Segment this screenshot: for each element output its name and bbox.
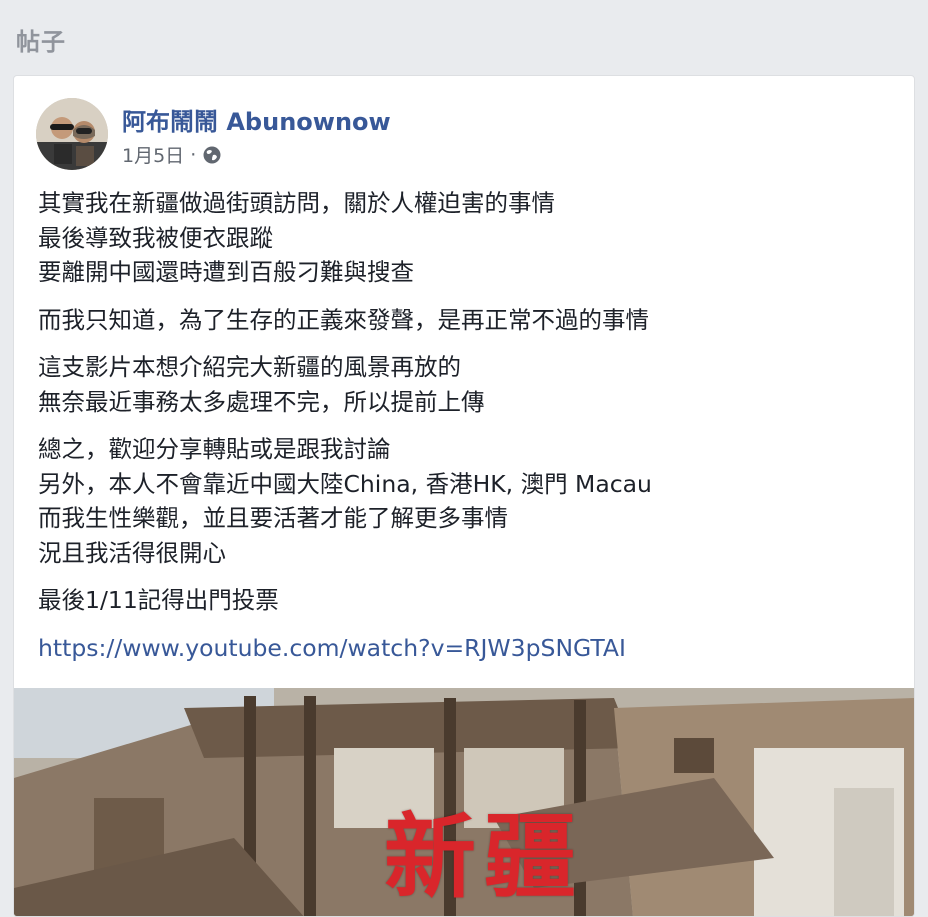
post-line: 要離開中國還時遭到百般刁難與搜查 — [38, 258, 414, 286]
section-title: 帖子 — [16, 28, 66, 56]
thumbnail-title: 新疆 — [384, 804, 585, 911]
post-meta: 1月5日 · — [122, 141, 222, 168]
post-line: 最後1/11記得出門投票 — [38, 586, 279, 614]
author-name[interactable]: 阿布鬧鬧 Abunownow — [122, 102, 391, 137]
post-paragraph: 而我只知道，為了生存的正義來發聲，是再正常不過的事情 — [38, 303, 898, 338]
post-paragraph: 這支影片本想介紹完大新疆的風景再放的 無奈最近事務太多處理不完，所以提前上傳 — [38, 350, 898, 419]
globe-icon[interactable] — [202, 145, 222, 165]
post-line: 而我只知道，為了生存的正義來發聲，是再正常不過的事情 — [38, 305, 649, 334]
post-card: 阿布鬧鬧 Abunownow 1月5日 · 其實我在新疆做過街頭訪問，關於人權迫… — [13, 75, 915, 917]
post-line: 無奈最近事務太多處理不完，所以提前上傳 — [38, 387, 485, 416]
post-paragraph: 其實我在新疆做過街頭訪問，關於人權迫害的事情 最後導致我被便衣跟蹤 要離開中國還… — [38, 186, 898, 290]
post-line: 最後導致我被便衣跟蹤 — [38, 223, 273, 252]
post-line: 而我生性樂觀，並且要活著才能了解更多事情 — [38, 504, 508, 532]
post-paragraph: 總之，歡迎分享轉貼或是跟我討論 另外，本人不會靠近中國大陸China, 香港HK… — [38, 432, 898, 570]
post-paragraph: 最後1/11記得出門投票 — [38, 583, 898, 618]
post-line: 總之，歡迎分享轉貼或是跟我討論 — [38, 435, 391, 463]
youtube-link[interactable]: https://www.youtube.com/watch?v=RJW3pSNG… — [38, 631, 898, 666]
post-line: 況且我活得很開心 — [38, 538, 226, 567]
meta-separator: · — [190, 143, 197, 166]
avatar[interactable] — [36, 98, 108, 170]
post-line: 這支影片本想介紹完大新疆的風景再放的 — [38, 353, 461, 381]
post-body: 其實我在新疆做過街頭訪問，關於人權迫害的事情 最後導致我被便衣跟蹤 要離開中國還… — [38, 186, 898, 665]
video-thumbnail[interactable]: 新疆 — [14, 688, 914, 916]
post-line: 另外，本人不會靠近中國大陸China, 香港HK, 澳門 Macau — [38, 469, 652, 498]
post-line: 其實我在新疆做過街頭訪問，關於人權迫害的事情 — [38, 189, 555, 217]
post-date[interactable]: 1月5日 — [122, 141, 184, 168]
